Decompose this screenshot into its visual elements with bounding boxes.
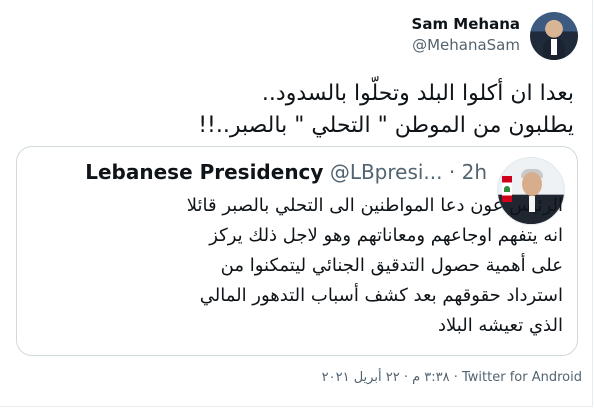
tweet-text-line: بعدا ان أكلوا البلد وتحلّوا بالسدود.. xyxy=(261,81,574,106)
tweet-text-line: يطلبون من الموطن " التحلي " بالصبر..!! xyxy=(198,113,574,138)
quoted-tweet-meta: Lebanese Presidency @LBpresi... · 2h xyxy=(85,157,487,184)
tweet-text: بعدا ان أكلوا البلد وتحلّوا بالسدود.. يط… xyxy=(14,78,574,142)
tweet-header: Sam Mehana @MehanaSam xyxy=(412,12,578,64)
footer-separator: · xyxy=(453,370,458,385)
author-avatar[interactable] xyxy=(530,12,578,60)
quoted-text-line: الرئيس عون دعا المواطنين الى التحلي بالص… xyxy=(186,195,563,216)
quoted-author-display-name[interactable]: Lebanese Presidency xyxy=(85,160,323,184)
tweet-card: Sam Mehana @MehanaSam بعدا ان أكلوا البل… xyxy=(0,0,593,407)
meta-separator: · xyxy=(448,160,456,184)
quoted-tweet-text: الرئيس عون دعا المواطنين الى التحلي بالص… xyxy=(93,191,563,341)
author-handle[interactable]: @MehanaSam xyxy=(412,36,520,54)
author-names: Sam Mehana @MehanaSam xyxy=(412,12,520,54)
quoted-author-handle[interactable]: @LBpresi... xyxy=(330,160,443,184)
quoted-tweet-time[interactable]: 2h xyxy=(462,160,487,184)
quoted-tweet[interactable]: Lebanese Presidency @LBpresi... · 2h الر… xyxy=(16,146,578,356)
quoted-text-line: الذي تعيشه البلاد xyxy=(438,315,563,336)
tweet-source[interactable]: Twitter for Android xyxy=(462,370,582,385)
quoted-text-line: على أهمية حصول التدقيق الجنائي ليتمكنوا … xyxy=(220,255,563,276)
author-display-name[interactable]: Sam Mehana xyxy=(412,15,520,33)
avatar-shirt-shape xyxy=(529,196,535,212)
quoted-text-line: انه يتفهم اوجاعهم ومعاناتهم وهو لاجل ذلك… xyxy=(209,225,563,246)
tweet-footer: ٣:٣٨ م · ٢٢ أبريل ٢٠٢١ · Twitter for And… xyxy=(294,370,582,385)
tweet-timestamp[interactable]: ٣:٣٨ م · ٢٢ أبريل ٢٠٢١ xyxy=(322,370,450,385)
quoted-text-line: استرداد حقوقهم بعد كشف أسباب التدهور الم… xyxy=(199,285,563,306)
